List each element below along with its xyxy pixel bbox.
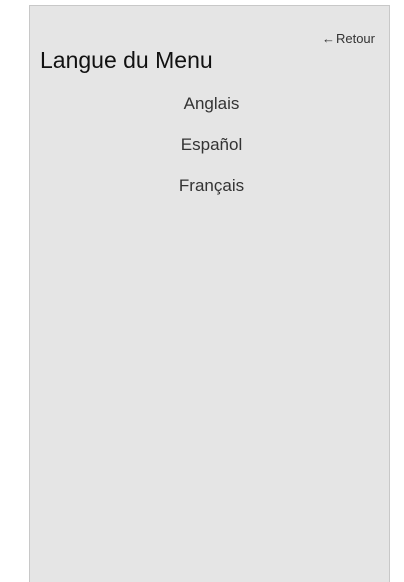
language-option-anglais[interactable]: Anglais — [30, 94, 389, 135]
back-button-label: Retour — [335, 31, 375, 46]
back-arrow-icon: ← — [321, 31, 335, 46]
page-title: Langue du Menu — [40, 47, 213, 73]
language-option-francais[interactable]: Français — [30, 176, 389, 217]
back-button[interactable]: ← Retour — [322, 31, 375, 46]
language-menu-panel: ← Retour Langue du Menu Anglais Español … — [29, 5, 390, 582]
language-option-espanol[interactable]: Español — [30, 135, 389, 176]
language-list: Anglais Español Français — [30, 94, 389, 217]
